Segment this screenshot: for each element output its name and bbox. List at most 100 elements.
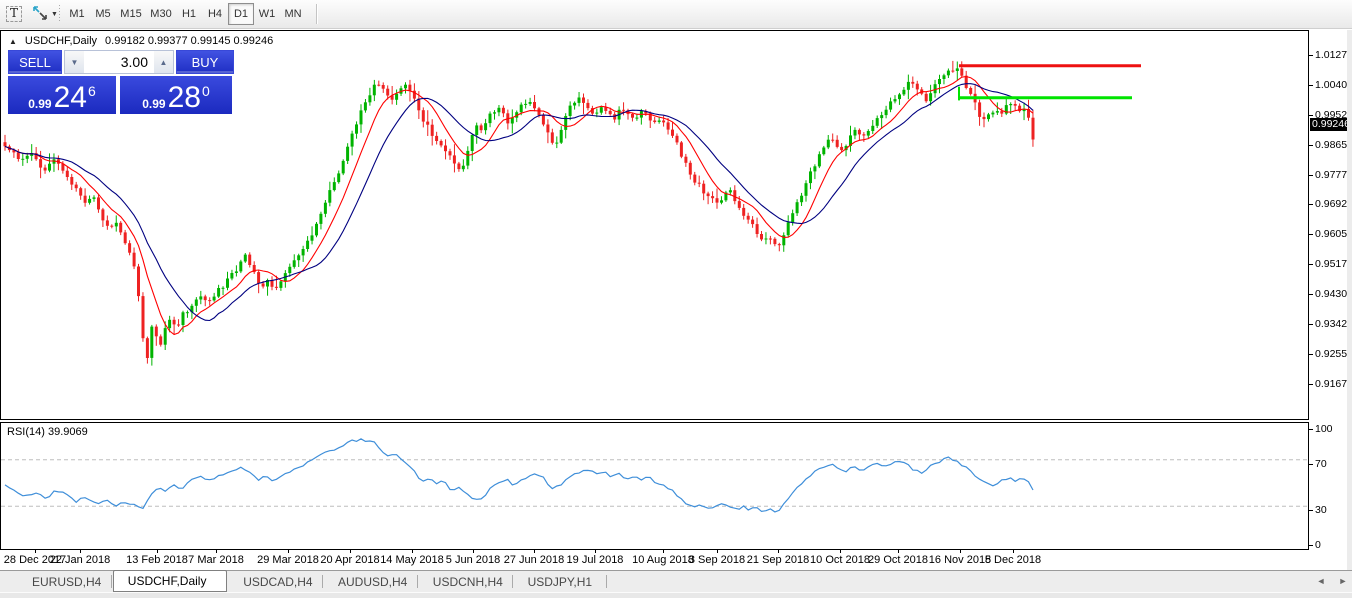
time-tick [288,550,289,553]
time-tick [960,550,961,553]
buy-button[interactable]: BUY [176,50,234,74]
buy-price[interactable]: 0.99 28 0 [120,76,232,114]
rsi-tick [1309,429,1313,430]
price-tick [1309,115,1313,116]
rsi-label: RSI(14) 39.9069 [7,426,88,438]
sell-price-pip: 6 [88,85,96,97]
chart-tab-USDCAD-H4[interactable]: USDCAD,H4 [229,571,322,592]
timeframe-button-H4[interactable]: H4 [202,3,228,25]
price-axis[interactable]: 1.012751.004000.995250.986500.977750.969… [1309,30,1352,570]
time-tick [35,550,36,553]
timeframe-button-M30[interactable]: M30 [146,3,176,25]
buy-price-prefix: 0.99 [142,97,165,111]
rsi-indicator-value: 39.9069 [48,426,88,438]
buy-price-main: 28 [168,85,201,111]
tab-divider [322,575,323,588]
tabs-scroll-right-button[interactable]: ► [1336,576,1350,586]
time-tick [778,550,779,553]
time-tick [898,550,899,553]
chart-tab-AUDUSD-H4[interactable]: AUDUSD,H4 [324,571,417,592]
rsi-tick [1309,464,1313,465]
volume-down-button[interactable]: ▼ [65,51,84,73]
text-tool-button[interactable]: T [3,3,25,25]
status-strip [0,592,1352,598]
time-tick-label: 5 Dec 2018 [973,554,1053,566]
buy-price-pip: 0 [202,85,210,97]
rsi-tick-label: 0 [1315,539,1321,551]
chart-title: ▲ USDCHF,Daily 0.99182 0.99377 0.99145 0… [9,35,273,47]
toolbar: T ▼ M1M5M15M30H1H4D1W1MN [0,0,1352,29]
time-tick [473,550,474,553]
text-tool-icon: T [6,6,22,22]
chart-symbol-label: USDCHF,Daily [25,35,97,47]
time-axis[interactable]: 28 Dec 201722 Jan 201813 Feb 20187 Mar 2… [0,550,1309,570]
time-tick [534,550,535,553]
time-tick [840,550,841,553]
rsi-tick [1309,510,1313,511]
rsi-indicator-name: RSI(14) [7,426,45,438]
tabs-scroll-left-button[interactable]: ◄ [1314,576,1328,586]
chart-ohlc-values: 0.99182 0.99377 0.99145 0.99246 [105,35,273,47]
time-tick-label: 7 Mar 2018 [176,554,256,566]
price-tick [1309,145,1313,146]
price-tick [1309,264,1313,265]
rsi-tick-label: 30 [1315,504,1327,516]
timeframe-button-W1[interactable]: W1 [254,3,280,25]
price-chart-panel[interactable]: ▲ USDCHF,Daily 0.99182 0.99377 0.99145 0… [0,30,1309,420]
toolbar-separator [316,4,317,24]
tab-divider [111,575,112,588]
window-right-edge [1347,30,1352,570]
rsi-panel[interactable]: RSI(14) 39.9069 [0,422,1309,550]
time-tick [717,550,718,553]
arrows-icon [32,6,48,23]
timeframe-button-M1[interactable]: M1 [64,3,90,25]
volume-up-button[interactable]: ▲ [154,51,173,73]
rsi-tick [1309,545,1313,546]
chart-tab-bar: ◄ ► EURUSD,H4USDCHF,DailyUSDCAD,H4AUDUSD… [0,571,1352,592]
arrows-tool-button[interactable]: ▼ [28,3,62,25]
mt4-window: T ▼ M1M5M15M30H1H4D1W1MN ▲ USDCHF,Daily … [0,0,1352,598]
toolbar-grip[interactable] [59,5,62,23]
time-tick [412,550,413,553]
rsi-tick-label: 100 [1315,423,1333,435]
time-tick [663,550,664,553]
price-tick [1309,175,1313,176]
rsi-chart[interactable] [1,423,1308,549]
rsi-tick-label: 70 [1315,458,1327,470]
tab-divider [512,575,513,588]
volume-input[interactable] [84,51,154,73]
time-tick-label: 22 Jan 2018 [40,554,120,566]
time-tick [350,550,351,553]
collapse-chart-icon[interactable]: ▲ [9,37,17,46]
sell-button[interactable]: SELL [8,50,62,74]
time-tick [157,550,158,553]
tab-divider [417,575,418,588]
chart-tab-USDCNH-H4[interactable]: USDCNH,H4 [419,571,512,592]
chart-tab-USDJPY-H1[interactable]: USDJPY,H1 [514,571,607,592]
price-tick [1309,354,1313,355]
time-tick [80,550,81,553]
timeframe-button-M5[interactable]: M5 [90,3,116,25]
time-tick [216,550,217,553]
timeframe-button-H1[interactable]: H1 [176,3,202,25]
chart-tab-USDCHF-Daily[interactable]: USDCHF,Daily [113,570,227,592]
time-tick [595,550,596,553]
sell-price[interactable]: 0.99 24 6 [8,76,116,114]
one-click-trade-panel: SELL ▼ ▲ BUY 0.99 24 6 0.99 28 0 [8,50,234,114]
time-tick [1013,550,1014,553]
price-tick [1309,85,1313,86]
sell-price-main: 24 [54,85,87,111]
tab-divider [606,575,607,588]
price-tick [1309,384,1313,385]
chevron-down-icon: ▼ [51,11,58,18]
chart-tab-EURUSD-H4[interactable]: EURUSD,H4 [18,571,111,592]
price-tick [1309,234,1313,235]
timeframe-button-MN[interactable]: MN [280,3,306,25]
current-price-tag: 0.99246 [1310,118,1352,131]
sell-price-prefix: 0.99 [28,97,51,111]
price-tick [1309,294,1313,295]
volume-stepper: ▼ ▲ [64,50,174,74]
price-tick [1309,204,1313,205]
timeframe-button-D1[interactable]: D1 [228,3,254,25]
timeframe-button-M15[interactable]: M15 [116,3,146,25]
